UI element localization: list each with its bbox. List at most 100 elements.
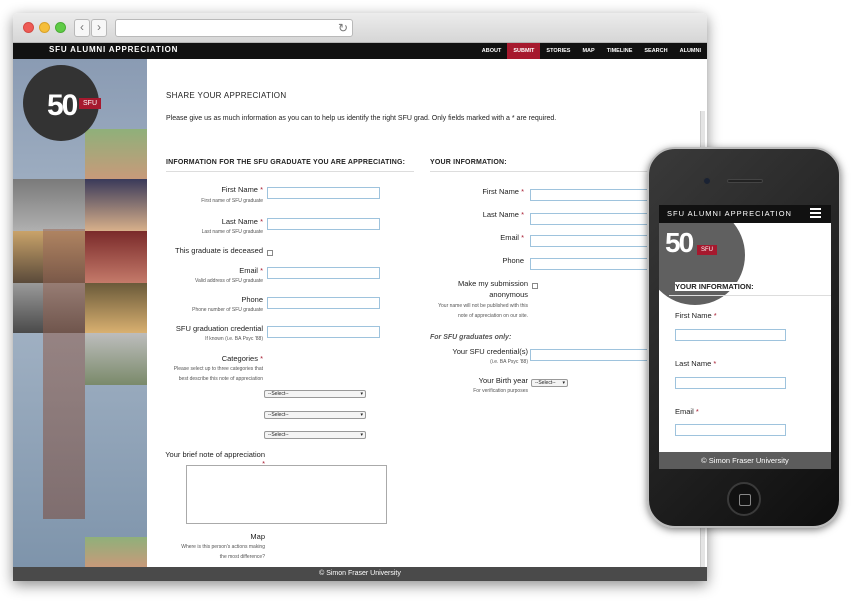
screenshot-stage: ‹ › ↻ SFU ALUMNI APPRECIATION ABOUT SUBM… [0, 0, 863, 608]
mobile-footer: © Simon Fraser University [659, 452, 831, 469]
anonymous-label: Make my submission [457, 279, 528, 288]
nav-about[interactable]: ABOUT [476, 43, 508, 59]
mobile-logo-number: 50 [665, 227, 694, 258]
mobile-header-bar: SFU ALUMNI APPRECIATION [659, 205, 831, 223]
anonymous-checkbox[interactable] [532, 283, 538, 289]
page-content: 50 SFU SHARE YOUR APPRECIATION Please gi… [13, 59, 707, 581]
nav-alumni[interactable]: ALUMNI [674, 43, 707, 59]
your-credential-input[interactable] [530, 349, 648, 361]
sfu-50-logo[interactable]: 50 SFU [23, 65, 101, 141]
collage-photo [85, 283, 147, 333]
nav-stories[interactable]: STORIES [540, 43, 576, 59]
category-select-3[interactable]: --Select-- [264, 431, 366, 439]
categories-hint: Please select up to three categories tha… [173, 366, 263, 372]
submission-form: SHARE YOUR APPRECIATION Please give us a… [163, 59, 707, 567]
map-label: Map [250, 532, 265, 541]
mobile-logo-sfu-badge: SFU [697, 245, 717, 255]
deceased-checkbox[interactable] [267, 250, 273, 256]
your-first-name-label: First Name * [482, 187, 524, 196]
categories-label: Categories * [221, 354, 263, 363]
site-title: SFU ALUMNI APPRECIATION [49, 45, 179, 54]
birth-year-select[interactable]: --Select-- [531, 379, 568, 387]
section-divider [669, 295, 831, 296]
your-last-name-label: Last Name * [482, 210, 524, 219]
mobile-email-input[interactable] [675, 424, 786, 436]
collage-photo [85, 179, 147, 231]
back-arrow-icon[interactable]: ‹ [74, 19, 90, 37]
mobile-phone-mockup: 50 SFU SFU ALUMNI APPRECIATION YOUR INFO… [647, 147, 841, 528]
collage-photo [13, 179, 85, 231]
mobile-last-name-input[interactable] [675, 377, 786, 389]
anonymous-hint: note of appreciation on our site. [457, 313, 528, 319]
credential-label: SFU graduation credential [175, 324, 263, 333]
your-phone-input[interactable] [530, 258, 648, 270]
birth-year-hint: For verification purposes [473, 388, 528, 394]
browser-toolbar: ‹ › ↻ [13, 13, 707, 43]
grad-phone-hint: Phone number of SFU graduate [192, 307, 263, 313]
grad-phone-input[interactable] [267, 297, 380, 309]
section-divider [430, 171, 648, 172]
your-email-label: Email * [500, 233, 524, 242]
section-divider [166, 171, 414, 172]
collage-photo [85, 129, 147, 179]
mobile-first-name-input[interactable] [675, 329, 786, 341]
speaker-grille [727, 179, 763, 183]
categories-hint: best describe this note of appreciation [178, 376, 263, 382]
desktop-browser-window: ‹ › ↻ SFU ALUMNI APPRECIATION ABOUT SUBM… [13, 13, 707, 581]
anonymous-label: anonymous [489, 290, 528, 299]
grad-first-name-input[interactable] [267, 187, 380, 199]
nav-map[interactable]: MAP [576, 43, 600, 59]
grad-last-name-hint: Last name of SFU graduate [201, 229, 263, 235]
mobile-last-name-label: Last Name * [675, 359, 717, 368]
nav-timeline[interactable]: TIMELINE [601, 43, 639, 59]
grad-email-label: Email * [239, 266, 263, 275]
mobile-email-label: Email * [675, 407, 699, 416]
close-window-button[interactable] [23, 22, 34, 33]
birth-year-label: Your Birth year [478, 376, 528, 385]
collage-photo [85, 537, 147, 567]
reload-icon[interactable]: ↻ [338, 21, 348, 35]
grad-last-name-input[interactable] [267, 218, 380, 230]
hamburger-menu-icon[interactable] [810, 208, 821, 220]
grad-email-input[interactable] [267, 267, 380, 279]
your-credential-hint: (i.e. BA Psyc '88) [490, 359, 528, 365]
map-hint: Where is this person's actions making [181, 544, 265, 550]
mobile-first-name-label: First Name * [675, 311, 717, 320]
mobile-screen: 50 SFU SFU ALUMNI APPRECIATION YOUR INFO… [659, 205, 831, 469]
your-phone-label: Phone [502, 256, 524, 265]
building-tower-image [43, 229, 85, 519]
grad-last-name-label: Last Name * [221, 217, 263, 226]
note-textarea[interactable] [186, 465, 387, 524]
site-header-bar: SFU ALUMNI APPRECIATION ABOUT SUBMIT STO… [13, 43, 707, 59]
address-bar[interactable]: ↻ [115, 19, 353, 37]
category-select-2[interactable]: --Select-- [264, 411, 366, 419]
mobile-section-title: YOUR INFORMATION: [675, 282, 758, 291]
credential-hint: If known (i.e. BA Psyc '88) [205, 336, 263, 342]
your-info-section-title: YOUR INFORMATION: [430, 159, 507, 166]
deceased-label: This graduate is deceased [175, 246, 263, 255]
collage-photo [85, 231, 147, 283]
your-first-name-input[interactable] [530, 189, 648, 201]
anonymous-hint: Your name will not be published with thi… [438, 303, 528, 309]
logo-number: 50 [47, 89, 78, 122]
nav-search[interactable]: SEARCH [638, 43, 673, 59]
site-footer: © Simon Fraser University [13, 567, 707, 581]
site-nav: ABOUT SUBMIT STORIES MAP TIMELINE SEARCH… [476, 43, 707, 59]
your-email-input[interactable] [530, 235, 648, 247]
photo-collage-column: 50 SFU [13, 59, 147, 567]
credential-input[interactable] [267, 326, 380, 338]
graduate-section-title: INFORMATION FOR THE SFU GRADUATE YOU ARE… [166, 159, 406, 166]
page-title: SHARE YOUR APPRECIATION [166, 91, 287, 100]
maximize-window-button[interactable] [55, 22, 66, 33]
forward-arrow-icon[interactable]: › [91, 19, 107, 37]
home-button[interactable] [727, 482, 761, 516]
collage-photo [85, 333, 147, 385]
mobile-site-title: SFU ALUMNI APPRECIATION [667, 209, 792, 218]
minimize-window-button[interactable] [39, 22, 50, 33]
category-select-1[interactable]: --Select-- [264, 390, 366, 398]
your-credential-label: Your SFU credential(s) [452, 347, 528, 356]
camera-icon [703, 177, 711, 185]
nav-submit[interactable]: SUBMIT [507, 43, 541, 59]
your-last-name-input[interactable] [530, 213, 648, 225]
map-hint: the most difference? [219, 554, 265, 560]
